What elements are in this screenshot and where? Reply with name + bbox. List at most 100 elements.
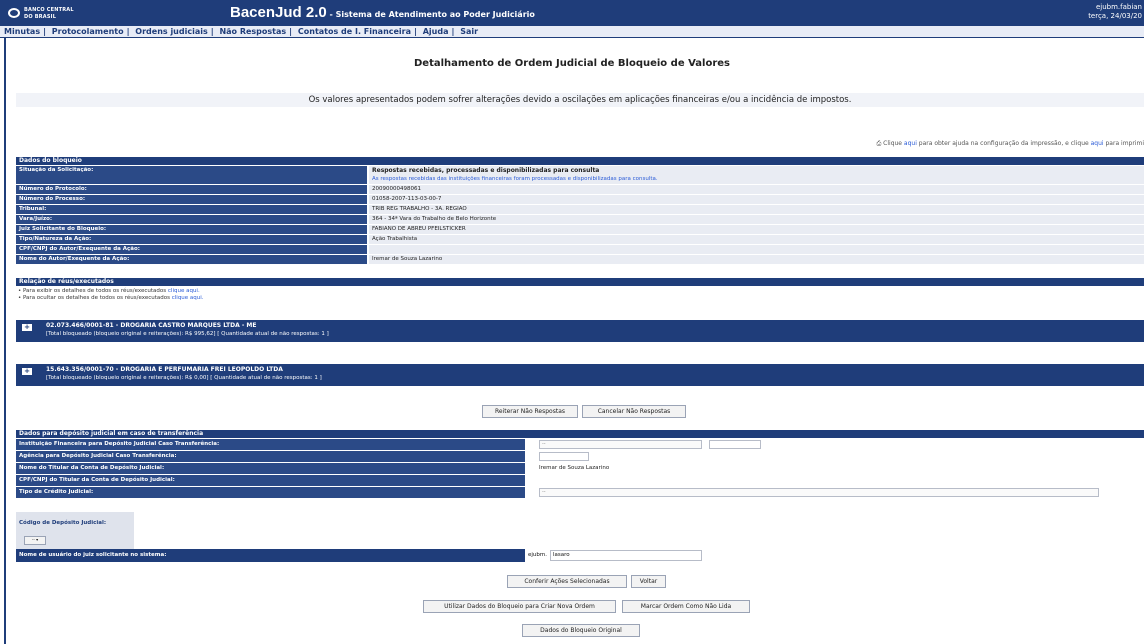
- info-row: Vara/Juízo: 364 - 34ª Vara do Trabalho de…: [16, 214, 1144, 224]
- deposito-row: CPF/CNPJ do Titular da Conta de Depósito…: [16, 474, 1144, 486]
- titular-nome-label: Nome do Titular da Conta de Depósito Jud…: [16, 463, 525, 474]
- app-header: BANCO CENTRAL DO BRASIL BacenJud 2.0 - S…: [0, 0, 1144, 26]
- tipo-credito-select[interactable]: --: [539, 488, 1099, 497]
- menu-separator: |: [451, 27, 455, 36]
- tipo-acao-value: Ação Trabalhista: [369, 235, 1144, 244]
- instituicao-select[interactable]: --: [539, 440, 702, 449]
- situacao-detail: As respostas recebidas das instituições …: [372, 176, 658, 182]
- conferir-button[interactable]: Conferir Ações Selecionadas: [507, 575, 627, 588]
- instituicao-code-input[interactable]: [709, 440, 761, 449]
- titular-cpf-value: [527, 475, 1144, 486]
- juiz-usuario-input[interactable]: lasaro: [550, 550, 702, 561]
- info-row: Tipo/Natureza da Ação: Ação Trabalhista: [16, 234, 1144, 244]
- menu-separator: |: [43, 27, 46, 36]
- print-help-prefix: Clique: [883, 140, 904, 147]
- agencia-input[interactable]: [539, 452, 589, 461]
- printer-icon[interactable]: ⎙: [876, 140, 881, 147]
- left-border: [4, 38, 6, 644]
- situacao-label: Situação da Solicitação:: [16, 166, 367, 184]
- voltar-button[interactable]: Voltar: [631, 575, 666, 588]
- page-title: Detalhamento de Ordem Judicial de Bloque…: [413, 58, 730, 69]
- deposito-row: Instituição Financeira para Depósito Jud…: [16, 438, 1144, 450]
- tribunal-value: TRIB REG TRABALHO - 3A. REGIAO: [369, 205, 1144, 214]
- relacao-section: Relação de réus/executados: [16, 278, 1144, 286]
- party-row: + 15.643.356/0001-70 - DROGARIA E PERFUM…: [16, 364, 1144, 386]
- hide-all-link[interactable]: clique aqui.: [172, 295, 204, 301]
- menu-ajuda[interactable]: Ajuda: [423, 27, 449, 36]
- deposito-row: Nome do Titular da Conta de Depósito Jud…: [16, 462, 1144, 474]
- current-date: terça, 24/03/20: [1088, 12, 1142, 20]
- codigo-deposito-select[interactable]: -- ▾: [24, 536, 46, 545]
- instituicao-label: Instituição Financeira para Depósito Jud…: [16, 439, 525, 450]
- codigo-deposito-label: Código de Depósito Judicial:: [19, 520, 107, 526]
- tribunal-label: Tribunal:: [16, 205, 367, 214]
- menu-minutas[interactable]: Minutas: [4, 27, 40, 36]
- codigo-deposito-block: Código de Depósito Judicial: -- ▾: [16, 512, 134, 550]
- tipo-credito-label: Tipo de Crédito Judicial:: [16, 487, 525, 498]
- vara-label: Vara/Juízo:: [16, 215, 367, 224]
- cpf-autor-value: [369, 245, 1144, 254]
- tipo-acao-label: Tipo/Natureza da Ação:: [16, 235, 367, 244]
- print-config-link[interactable]: aqui: [904, 140, 917, 147]
- utilizar-dados-button[interactable]: Utilizar Dados do Bloqueio para Criar No…: [423, 600, 616, 613]
- vara-value: 364 - 34ª Vara do Trabalho de Belo Horiz…: [369, 215, 1144, 224]
- bank-logo-icon: [8, 8, 20, 18]
- show-all-link[interactable]: clique aqui.: [168, 288, 200, 294]
- reiterar-button[interactable]: Reiterar Não Respostas: [482, 405, 578, 418]
- show-all-text: • Para exibir os detalhes de todos os ré…: [18, 288, 168, 294]
- menu-separator: |: [126, 27, 130, 36]
- main-menu: Minutas | Protocolamento | Ordens judiciai…: [0, 26, 1144, 38]
- menu-separator: |: [289, 27, 293, 36]
- juiz-usuario-row: Nome de usuário do juiz solicitante no s…: [16, 549, 1144, 562]
- print-help-middle: para obter ajuda na configuração da impr…: [916, 140, 1091, 147]
- show-all-line: • Para exibir os detalhes de todos os ré…: [18, 288, 204, 295]
- info-row: CPF/CNPJ do Autor/Exequente da Ação:: [16, 244, 1144, 254]
- menu-separator: |: [414, 27, 417, 36]
- bank-logo: BANCO CENTRAL DO BRASIL: [8, 5, 128, 21]
- print-link[interactable]: aqui: [1091, 140, 1104, 147]
- menu-contatos[interactable]: Contatos de I. Financeira: [298, 27, 411, 36]
- logo-line2: DO BRASIL: [24, 14, 57, 20]
- logo-line1: BANCO CENTRAL: [24, 7, 74, 13]
- menu-ordens-judiciais[interactable]: Ordens judiciais: [135, 27, 207, 36]
- relacao-instructions: • Para exibir os detalhes de todos os ré…: [18, 288, 204, 302]
- app-title: BacenJud 2.0 - Sistema de Atendimento ao…: [230, 4, 535, 21]
- print-help: ⎙ Clique aqui para obter ajuda na config…: [876, 140, 1144, 148]
- user-info: ejubm.fabian terça, 24/03/20: [1088, 3, 1142, 21]
- hide-all-text: • Para ocultar os detalhes de todos os r…: [18, 295, 172, 301]
- party-name: 02.073.466/0001-81 - DROGARIA CASTRO MAR…: [46, 322, 257, 329]
- print-help-suffix: para imprimi: [1103, 140, 1144, 147]
- menu-protocolamento[interactable]: Protocolamento: [52, 27, 124, 36]
- protocolo-label: Número do Protocolo:: [16, 185, 367, 194]
- bloqueio-section: Dados do bloqueio Situação da Solicitaçã…: [16, 157, 1144, 264]
- bloqueio-section-title: Dados do bloqueio: [16, 157, 1144, 165]
- tipo-credito-value: --: [527, 487, 1144, 498]
- situacao-row: Situação da Solicitação: Respostas receb…: [16, 165, 1144, 184]
- party-row: + 02.073.466/0001-81 - DROGARIA CASTRO M…: [16, 320, 1144, 342]
- cpf-autor-label: CPF/CNPJ do Autor/Exequente da Ação:: [16, 245, 367, 254]
- juiz-usuario-label: Nome de usuário do juiz solicitante no s…: [16, 549, 525, 562]
- party-total: [Total bloqueado (bloqueio original e re…: [46, 331, 329, 337]
- situacao-value: Respostas recebidas, processadas e dispo…: [369, 166, 1144, 184]
- marcar-nao-lida-button[interactable]: Marcar Ordem Como Não Lida: [622, 600, 750, 613]
- menu-sair[interactable]: Sair: [460, 27, 478, 36]
- processo-value: 01058-2007-113-03-00-7: [369, 195, 1144, 204]
- expand-toggle-button[interactable]: +: [22, 368, 32, 375]
- info-row: Número do Protocolo: 20090000498061: [16, 184, 1144, 194]
- hide-all-line: • Para ocultar os detalhes de todos os r…: [18, 295, 204, 302]
- party-name: 15.643.356/0001-70 - DROGARIA E PERFUMAR…: [46, 366, 283, 373]
- nome-autor-value: Iremar de Souza Lazarino: [369, 255, 1144, 264]
- values-notice: Os valores apresentados podem sofrer alt…: [16, 93, 1144, 107]
- user-name: ejubm.fabian: [1095, 3, 1142, 11]
- expand-toggle-button[interactable]: +: [22, 324, 32, 331]
- cancelar-button[interactable]: Cancelar Não Respostas: [582, 405, 686, 418]
- menu-nao-respostas[interactable]: Não Respostas: [219, 27, 286, 36]
- dados-original-button[interactable]: Dados do Bloqueio Original: [522, 624, 640, 637]
- info-row: Tribunal: TRIB REG TRABALHO - 3A. REGIAO: [16, 204, 1144, 214]
- info-row: Juiz Solicitante do Bloqueio: FABIANO DE …: [16, 224, 1144, 234]
- juiz-usuario-prefix: ejubm.: [528, 552, 547, 558]
- deposito-section: Dados para depósito judicial em caso de …: [16, 430, 1144, 498]
- agencia-label: Agência para Depósito Judicial Caso Tran…: [16, 451, 525, 462]
- protocolo-value: 20090000498061: [369, 185, 1144, 194]
- situacao-status: Respostas recebidas, processadas e dispo…: [372, 167, 600, 174]
